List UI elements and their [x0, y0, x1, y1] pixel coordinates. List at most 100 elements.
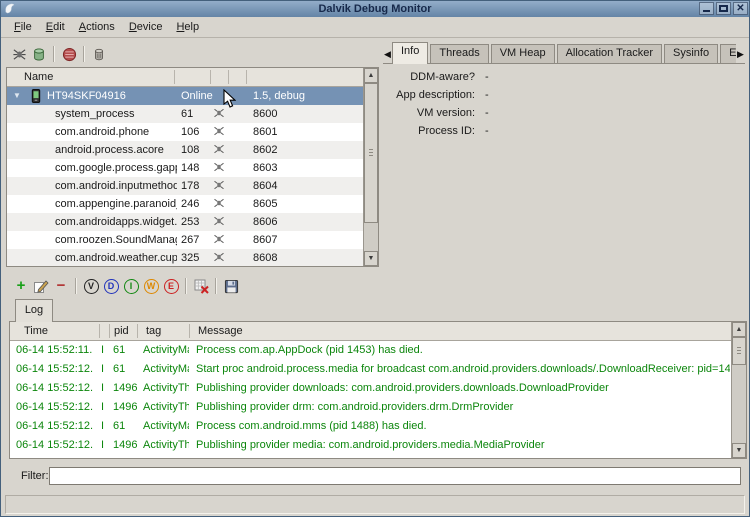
process-row[interactable]: com.appengine.paranoid_2468605	[7, 195, 363, 213]
process-name: com.android.weather.cup	[55, 249, 177, 266]
log-message: Publishing provider media: com.android.p…	[196, 436, 730, 455]
process-row[interactable]: com.android.inputmethod1788604	[7, 177, 363, 195]
column-header-message[interactable]: Message	[198, 322, 243, 340]
process-port: 8607	[253, 231, 277, 249]
process-pid: 106	[181, 123, 199, 141]
device-process-tree: Name ▼HT94SKF04916Online1.5, debugsystem…	[6, 67, 379, 267]
titlebar[interactable]: Dalvik Debug Monitor ✕	[1, 1, 749, 17]
info-level-icon[interactable]: I	[121, 276, 141, 296]
tab-emulator-control[interactable]: Emulator Control	[720, 44, 736, 64]
tab-scroll-right-icon[interactable]: ▶	[736, 45, 745, 64]
device-status: Online	[181, 87, 213, 105]
log-row[interactable]: 06-14 15:52:11.I61ActivityMaProcess com.…	[10, 341, 732, 360]
process-pid: 108	[181, 141, 199, 159]
log-time: 06-14 15:52:12.	[16, 379, 100, 398]
column-header-pid[interactable]: pid	[114, 322, 129, 340]
menu-help[interactable]: Help	[169, 19, 206, 35]
device-row[interactable]: ▼HT94SKF04916Online1.5, debug	[7, 87, 363, 105]
column-divider[interactable]	[109, 324, 110, 338]
filter-input[interactable]	[49, 467, 741, 485]
scroll-thumb[interactable]	[364, 83, 378, 223]
log-table-header: Time pid tag Message	[10, 322, 732, 341]
menu-device[interactable]: Device	[122, 19, 170, 35]
log-row[interactable]: 06-14 15:52:12.I61ActivityMaProcess com.…	[10, 417, 732, 436]
scroll-down-icon[interactable]: ▼	[732, 443, 746, 458]
log-scrollbar[interactable]: ▲ ▼	[731, 322, 746, 458]
menu-actions[interactable]: Actions	[72, 19, 122, 35]
add-filter-icon[interactable]: +	[11, 276, 31, 296]
save-log-icon[interactable]	[221, 276, 241, 296]
verbose-level-icon[interactable]: V	[81, 276, 101, 296]
info-field-value: -	[485, 71, 489, 83]
log-table: Time pid tag Message 06-14 15:52:11.I61A…	[9, 321, 747, 459]
maximize-button[interactable]	[716, 2, 731, 15]
warn-level-icon[interactable]: W	[141, 276, 161, 296]
column-divider[interactable]	[228, 70, 229, 84]
tab-threads[interactable]: Threads	[430, 44, 488, 64]
process-row[interactable]: com.androidapps.widget.b2538606	[7, 213, 363, 231]
column-divider[interactable]	[174, 70, 175, 84]
remove-filter-icon[interactable]: −	[51, 276, 71, 296]
column-header-name[interactable]: Name	[24, 68, 53, 86]
expander-icon[interactable]: ▼	[13, 87, 21, 105]
tab-allocation-tracker[interactable]: Allocation Tracker	[557, 44, 662, 64]
scroll-up-icon[interactable]: ▲	[364, 68, 378, 83]
update-heap-icon[interactable]	[29, 44, 49, 64]
process-name: com.roozen.SoundManag	[55, 231, 177, 249]
menu-edit[interactable]: Edit	[39, 19, 72, 35]
process-pid: 267	[181, 231, 199, 249]
process-row[interactable]: com.roozen.SoundManag267 8607	[7, 231, 363, 249]
column-header-time[interactable]: Time	[24, 322, 48, 340]
info-tab-content: DDM-aware?-App description:-VM version:-…	[383, 63, 745, 267]
column-header-tag[interactable]: tag	[146, 322, 161, 340]
log-row[interactable]: 06-14 15:52:12.I1496ActivityThPublishing…	[10, 436, 732, 455]
minimize-button[interactable]	[699, 2, 714, 15]
tab-info[interactable]: Info	[392, 42, 428, 64]
process-row[interactable]: android.process.acore1088602	[7, 141, 363, 159]
scroll-up-icon[interactable]: ▲	[732, 322, 746, 337]
log-row[interactable]: 06-14 15:52:12.I1496ActivityThPublishing…	[10, 398, 732, 417]
halt-process-icon[interactable]	[59, 44, 79, 64]
process-port: 8600	[253, 105, 277, 123]
tab-sysinfo[interactable]: Sysinfo	[664, 44, 718, 64]
close-button[interactable]: ✕	[733, 2, 748, 15]
log-time: 06-14 15:52:11.	[16, 341, 100, 360]
process-port: 8601	[253, 123, 277, 141]
log-pid: 61	[113, 417, 139, 436]
column-divider[interactable]	[246, 70, 247, 84]
debug-level-icon[interactable]: D	[101, 276, 121, 296]
log-row[interactable]: 06-14 15:52:12.I1496ActivityThPublishing…	[10, 379, 732, 398]
process-row[interactable]: com.android.phone1068601	[7, 123, 363, 141]
menu-file[interactable]: File	[7, 19, 39, 35]
process-row[interactable]: com.google.process.gapp1488603	[7, 159, 363, 177]
tab-scroll-left-icon[interactable]: ◀	[383, 45, 392, 64]
process-port: 8602	[253, 141, 277, 159]
column-divider[interactable]	[99, 324, 100, 338]
process-row[interactable]: com.android.weather.cup3258608	[7, 249, 363, 266]
tab-vm-heap[interactable]: VM Heap	[491, 44, 555, 64]
log-level: I	[101, 379, 111, 398]
ddms-window: Dalvik Debug Monitor ✕ FileEditActionsDe…	[0, 0, 750, 517]
debug-process-icon[interactable]	[9, 44, 29, 64]
process-pid: 61	[181, 105, 193, 123]
column-divider[interactable]	[137, 324, 138, 338]
scroll-thumb[interactable]	[732, 337, 746, 365]
cause-gc-icon[interactable]	[89, 44, 109, 64]
process-pid: 148	[181, 159, 199, 177]
tree-scrollbar[interactable]: ▲ ▼	[363, 68, 378, 266]
process-port: 8605	[253, 195, 277, 213]
log-row[interactable]: 06-14 15:52:12.I61ActivityMaStart proc a…	[10, 360, 732, 379]
tab-log[interactable]: Log	[15, 299, 53, 322]
process-row[interactable]: system_process618600	[7, 105, 363, 123]
scroll-down-icon[interactable]: ▼	[364, 251, 378, 266]
log-toolbar: +−VDIWE	[11, 275, 241, 297]
column-divider[interactable]	[210, 70, 211, 84]
info-field-value: -	[485, 107, 489, 119]
clear-log-icon[interactable]	[191, 276, 211, 296]
error-level-icon[interactable]: E	[161, 276, 181, 296]
edit-filter-icon[interactable]	[31, 276, 51, 296]
tree-header[interactable]: Name	[7, 68, 363, 87]
menu-bar: FileEditActionsDeviceHelp	[1, 17, 749, 38]
process-pid: 178	[181, 177, 199, 195]
column-divider[interactable]	[189, 324, 190, 338]
